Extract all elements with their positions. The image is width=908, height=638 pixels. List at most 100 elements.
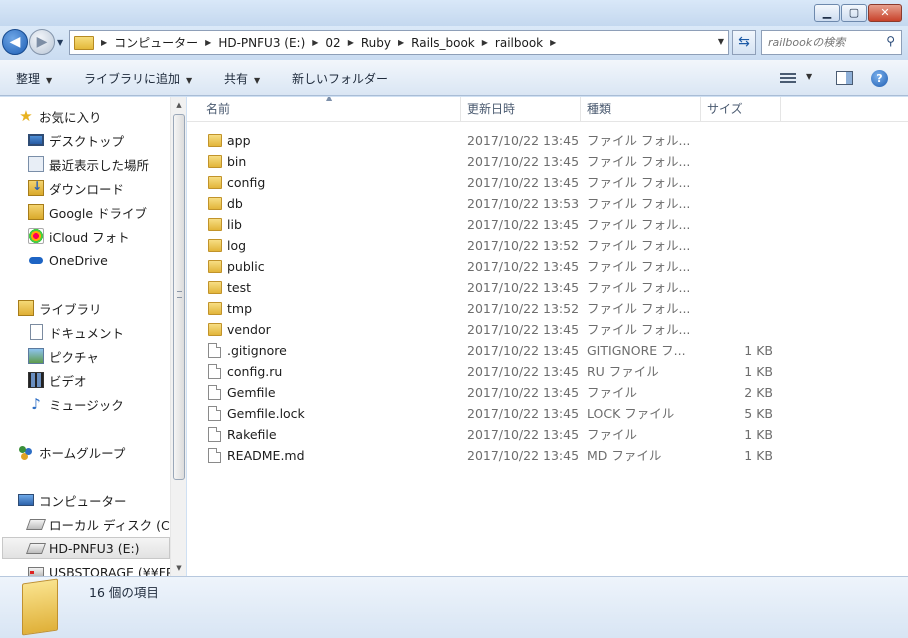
nav-videos[interactable]: ビデオ xyxy=(28,369,87,391)
file-name: test xyxy=(227,280,252,295)
minimize-button[interactable]: ▁ xyxy=(814,4,840,22)
share-button[interactable]: 共有 ▼ xyxy=(224,70,260,87)
help-button[interactable]: ? xyxy=(871,70,888,87)
nav-usbstorage[interactable]: USBSTORAGE (¥¥FP xyxy=(28,561,173,576)
table-row[interactable]: Gemfile.lock 2017/10/22 13:45 LOCK ファイル 5 K… xyxy=(187,403,908,424)
video-icon xyxy=(28,372,44,388)
table-row[interactable]: app 2017/10/22 13:45 ファイル フォル... xyxy=(187,130,908,151)
chevron-right-icon[interactable]: ▶ xyxy=(482,38,488,47)
file-size: 5 KB xyxy=(744,406,773,421)
chevron-right-icon[interactable]: ▶ xyxy=(550,38,556,47)
nav-label: ドキュメント xyxy=(49,325,125,341)
table-row[interactable]: bin 2017/10/22 13:45 ファイル フォル... xyxy=(187,151,908,172)
nav-desktop[interactable]: デスクトップ xyxy=(28,129,124,151)
file-name: db xyxy=(227,196,243,211)
external-drive-icon xyxy=(25,542,47,554)
nav-icloud-photos[interactable]: iCloud フォト xyxy=(28,225,130,247)
breadcrumb-railbook[interactable]: railbook xyxy=(495,36,543,50)
address-history-dropdown[interactable]: ▼ xyxy=(718,37,724,46)
refresh-icon: ⇆ xyxy=(738,34,750,50)
forward-button[interactable]: ▶ xyxy=(29,29,55,55)
column-header-name[interactable]: 名前 xyxy=(200,97,461,122)
file-type: ファイル フォル... xyxy=(587,217,691,232)
file-type: ファイル フォル... xyxy=(587,238,691,253)
back-button[interactable]: ◀ xyxy=(2,29,28,55)
nav-onedrive[interactable]: OneDrive xyxy=(28,249,108,271)
table-row[interactable]: public 2017/10/22 13:45 ファイル フォル... xyxy=(187,256,908,277)
table-row[interactable]: Gemfile 2017/10/22 13:45 ファイル 2 KB xyxy=(187,382,908,403)
table-row[interactable]: .gitignore 2017/10/22 13:45 GITIGNORE フ...… xyxy=(187,340,908,361)
preview-pane-button[interactable] xyxy=(836,71,853,85)
nav-downloads[interactable]: ダウンロード xyxy=(28,177,124,199)
view-options-icon[interactable] xyxy=(780,71,798,85)
file-type: LOCK ファイル xyxy=(587,406,675,421)
file-icon xyxy=(208,343,221,358)
table-row[interactable]: lib 2017/10/22 13:45 ファイル フォル... xyxy=(187,214,908,235)
chevron-right-icon[interactable]: ▶ xyxy=(312,38,318,47)
file-name: app xyxy=(227,133,251,148)
table-row[interactable]: README.md 2017/10/22 13:45 MD ファイル 1 KB xyxy=(187,445,908,466)
table-row[interactable]: Rakefile 2017/10/22 13:45 ファイル 1 KB xyxy=(187,424,908,445)
scrollbar-thumb[interactable] xyxy=(173,114,185,480)
breadcrumb-ruby[interactable]: Ruby xyxy=(361,36,391,50)
search-input[interactable] xyxy=(768,34,880,51)
document-icon xyxy=(30,324,43,340)
table-row[interactable]: db 2017/10/22 13:53 ファイル フォル... xyxy=(187,193,908,214)
command-bar: 整理 ▼ ライブラリに追加 ▼ 共有 ▼ 新しいフォルダー ▼ ? xyxy=(0,60,908,96)
nav-computer[interactable]: コンピューター xyxy=(18,489,127,511)
column-header-row: ▲ 名前 更新日時 種類 サイズ xyxy=(187,97,908,122)
column-header-size[interactable]: サイズ xyxy=(701,97,781,122)
scroll-down-arrow-icon[interactable]: ▼ xyxy=(171,560,187,576)
close-button[interactable]: ✕ xyxy=(868,4,902,22)
table-row[interactable]: tmp 2017/10/22 13:52 ファイル フォル... xyxy=(187,298,908,319)
nav-hd-pnfu3[interactable]: HD-PNFU3 (E:) xyxy=(2,537,170,559)
navigation-scrollbar[interactable]: ▲ ▼ xyxy=(170,97,186,576)
file-name: log xyxy=(227,238,247,253)
search-icon[interactable]: ⚲ xyxy=(886,34,895,48)
file-date: 2017/10/22 13:52 xyxy=(467,301,580,316)
breadcrumb-rails-book[interactable]: Rails_book xyxy=(411,36,475,50)
table-row[interactable]: config.ru 2017/10/22 13:45 RU ファイル 1 KB xyxy=(187,361,908,382)
google-drive-icon xyxy=(28,204,44,220)
homegroup-icon xyxy=(18,444,34,460)
folder-icon xyxy=(208,155,222,168)
file-type: ファイル フォル... xyxy=(587,259,691,274)
column-header-date[interactable]: 更新日時 xyxy=(461,97,581,122)
view-options-dropdown[interactable]: ▼ xyxy=(806,72,812,81)
chevron-down-icon: ▼ xyxy=(186,76,193,85)
recent-pages-dropdown[interactable]: ▼ xyxy=(57,38,67,47)
nav-favorites[interactable]: ★ お気に入り xyxy=(18,105,101,127)
new-folder-button[interactable]: 新しいフォルダー xyxy=(292,70,388,87)
folder-icon xyxy=(22,578,58,636)
arrow-right-icon: ▶ xyxy=(36,34,48,50)
table-row[interactable]: config 2017/10/22 13:45 ファイル フォル... xyxy=(187,172,908,193)
chevron-right-icon[interactable]: ▶ xyxy=(101,38,107,47)
nav-documents[interactable]: ドキュメント xyxy=(28,321,124,343)
nav-pictures[interactable]: ピクチャ xyxy=(28,345,99,367)
scroll-up-arrow-icon[interactable]: ▲ xyxy=(171,97,187,113)
refresh-button[interactable]: ⇆ xyxy=(732,30,756,55)
file-date: 2017/10/22 13:45 xyxy=(467,175,580,190)
add-to-library-button[interactable]: ライブラリに追加 ▼ xyxy=(84,70,192,87)
column-header-type[interactable]: 種類 xyxy=(581,97,701,122)
search-box[interactable]: ⚲ xyxy=(761,30,902,55)
nav-google-drive[interactable]: Google ドライブ xyxy=(28,201,147,223)
nav-homegroup[interactable]: ホームグループ xyxy=(18,441,125,463)
breadcrumb-02[interactable]: 02 xyxy=(325,36,340,50)
maximize-button[interactable]: ▢ xyxy=(841,4,867,22)
table-row[interactable]: test 2017/10/22 13:45 ファイル フォル... xyxy=(187,277,908,298)
breadcrumb-drive[interactable]: HD-PNFU3 (E:) xyxy=(218,36,305,50)
file-size xyxy=(707,319,773,340)
address-bar[interactable]: ▶ コンピューター ▶ HD-PNFU3 (E:) ▶ 02 ▶ Ruby ▶ … xyxy=(69,30,729,55)
table-row[interactable]: vendor 2017/10/22 13:45 ファイル フォル... xyxy=(187,319,908,340)
organize-button[interactable]: 整理 ▼ xyxy=(16,70,52,87)
nav-local-disk[interactable]: ローカル ディスク (C: xyxy=(25,513,174,535)
breadcrumb-computer[interactable]: コンピューター xyxy=(114,34,198,51)
nav-recent-places[interactable]: 最近表示した場所 xyxy=(28,153,149,175)
nav-libraries[interactable]: ライブラリ xyxy=(18,297,102,319)
nav-music[interactable]: ♪ ミュージック xyxy=(28,393,124,415)
chevron-right-icon[interactable]: ▶ xyxy=(398,38,404,47)
table-row[interactable]: log 2017/10/22 13:52 ファイル フォル... xyxy=(187,235,908,256)
chevron-right-icon[interactable]: ▶ xyxy=(348,38,354,47)
chevron-right-icon[interactable]: ▶ xyxy=(205,38,211,47)
